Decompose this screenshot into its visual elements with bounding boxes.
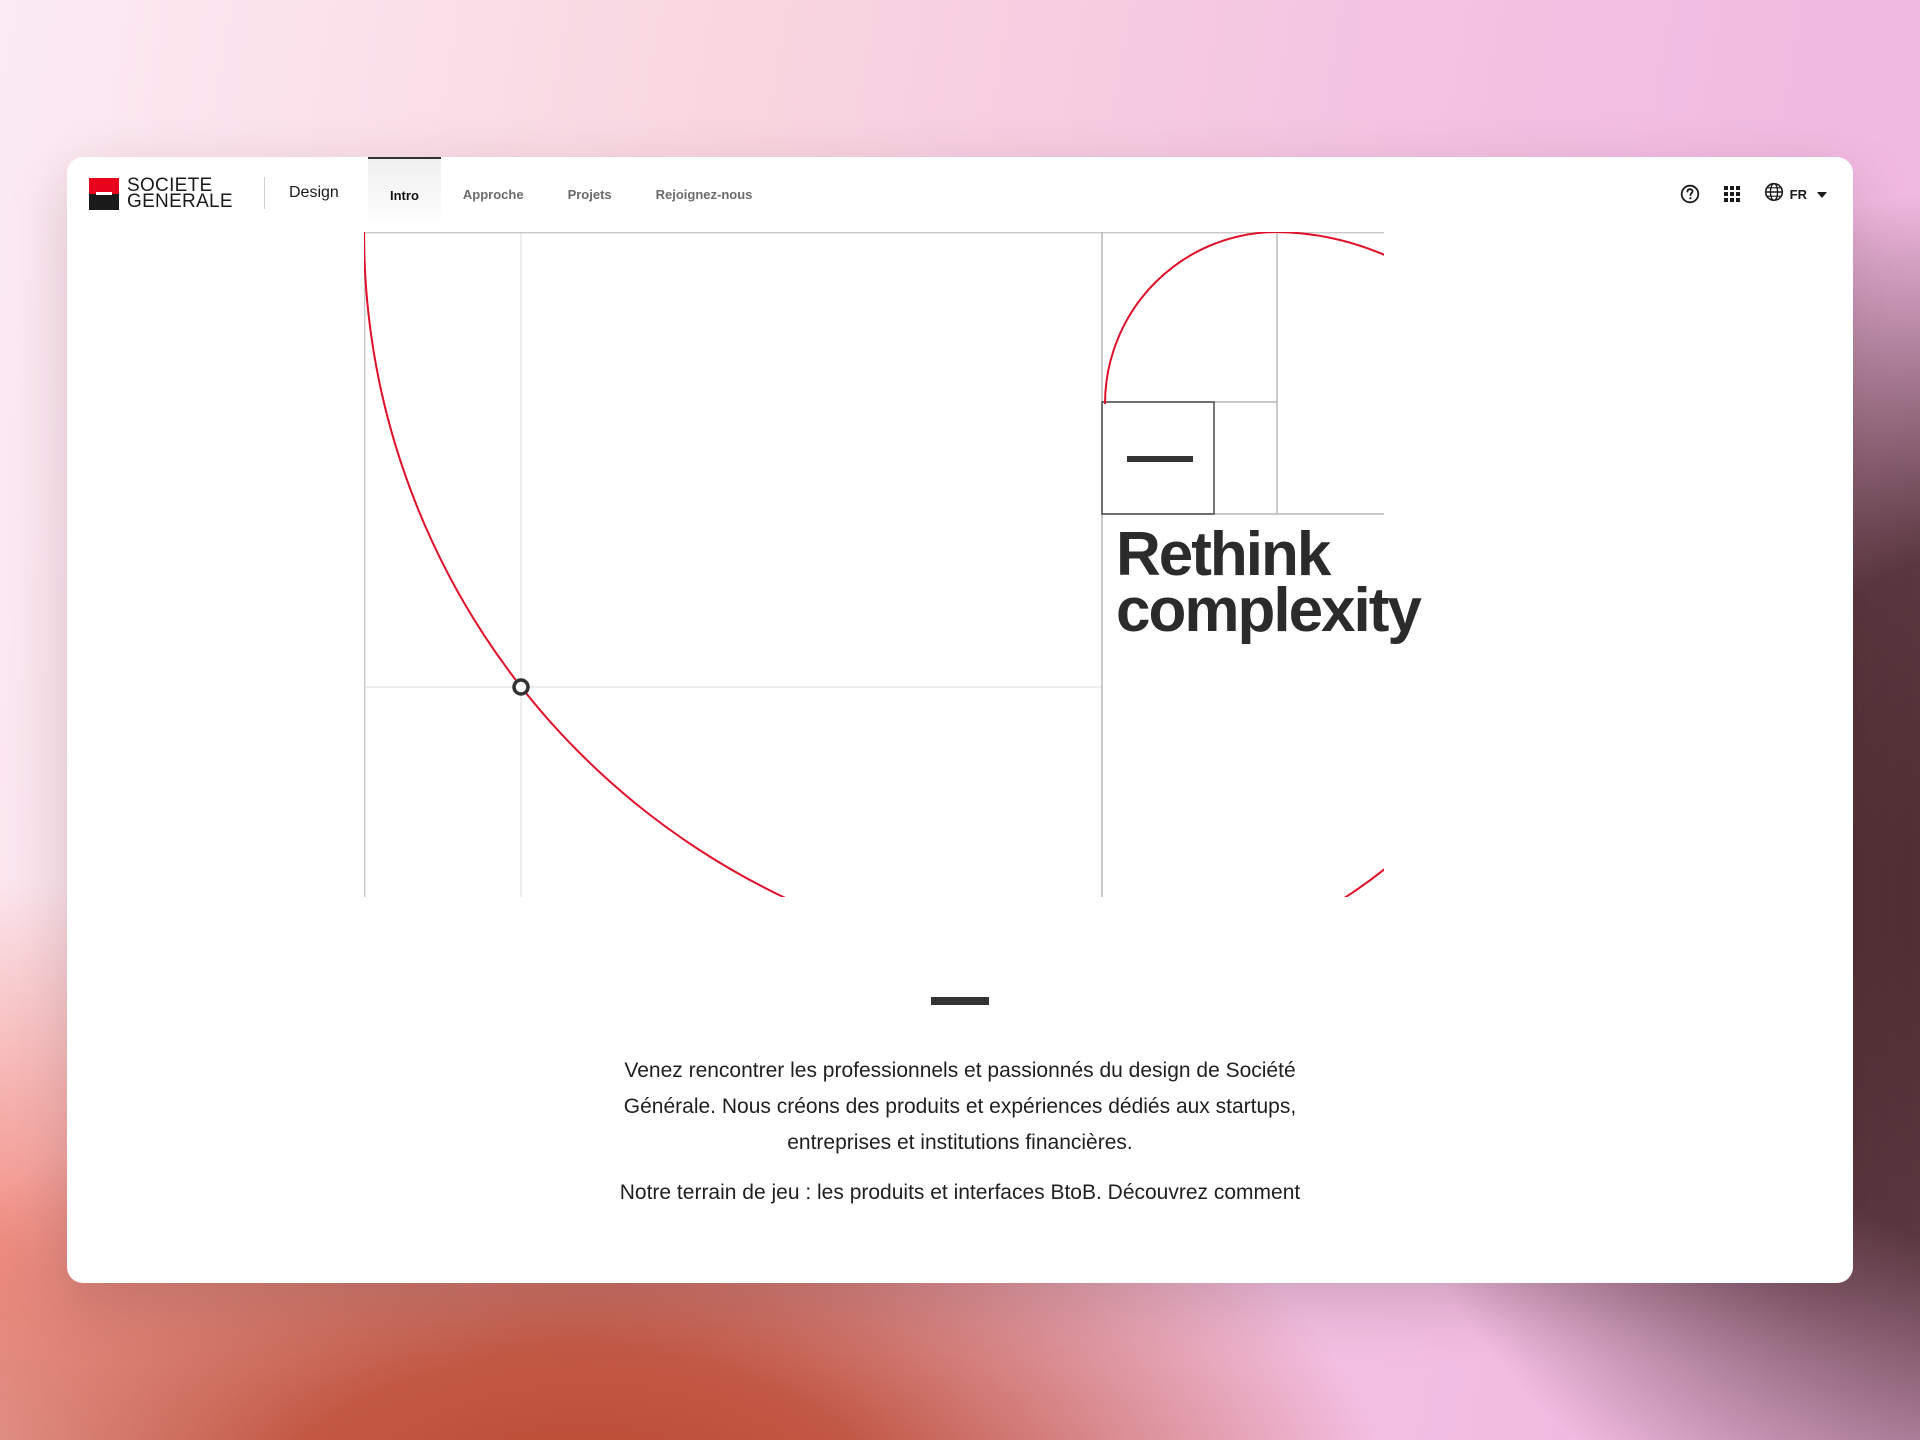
section-dash	[931, 997, 989, 1005]
intro-paragraph-2: Notre terrain de jeu : les produits et i…	[619, 1181, 1301, 1204]
tagline-line-1: Rethink	[1116, 520, 1331, 589]
main-nav: Intro Approche Projets Rejoignez-nous	[368, 157, 774, 231]
nav-item-approche[interactable]: Approche	[441, 157, 546, 231]
dash-mark	[1127, 456, 1193, 462]
section-title[interactable]: Design	[289, 184, 339, 202]
language-selector[interactable]: FR	[1764, 182, 1827, 207]
header-divider	[264, 177, 265, 209]
help-circle-icon[interactable]	[1676, 180, 1704, 208]
nav-item-intro[interactable]: Intro	[368, 157, 441, 231]
hero-tagline: Rethink complexity	[1116, 520, 1496, 645]
logo-line-2: GENERALE	[127, 191, 233, 212]
logo-mark-icon	[89, 178, 119, 210]
spiral-point-marker	[512, 678, 530, 696]
logo-wordmark: SOCIETE GENERALE	[127, 176, 233, 212]
site-header: SOCIETE GENERALE Design Intro Approche P…	[67, 157, 1853, 231]
language-label: FR	[1789, 186, 1807, 202]
societe-generale-logo[interactable]: SOCIETE GENERALE	[89, 176, 233, 212]
tagline-line-2: complexity	[1116, 576, 1422, 645]
header-actions: FR	[1662, 179, 1827, 209]
intro-section: Venez rencontrer les professionnels et p…	[67, 997, 1853, 1211]
grid-icon[interactable]	[1718, 180, 1746, 208]
globe-icon	[1764, 182, 1784, 207]
browser-window: SOCIETE GENERALE Design Intro Approche P…	[67, 157, 1853, 1283]
intro-paragraph-1: Venez rencontrer les professionnels et p…	[623, 1059, 1297, 1154]
nav-item-rejoignez-nous[interactable]: Rejoignez-nous	[634, 157, 775, 231]
nav-item-projets[interactable]: Projets	[546, 157, 634, 231]
caret-down-icon	[1817, 185, 1827, 203]
